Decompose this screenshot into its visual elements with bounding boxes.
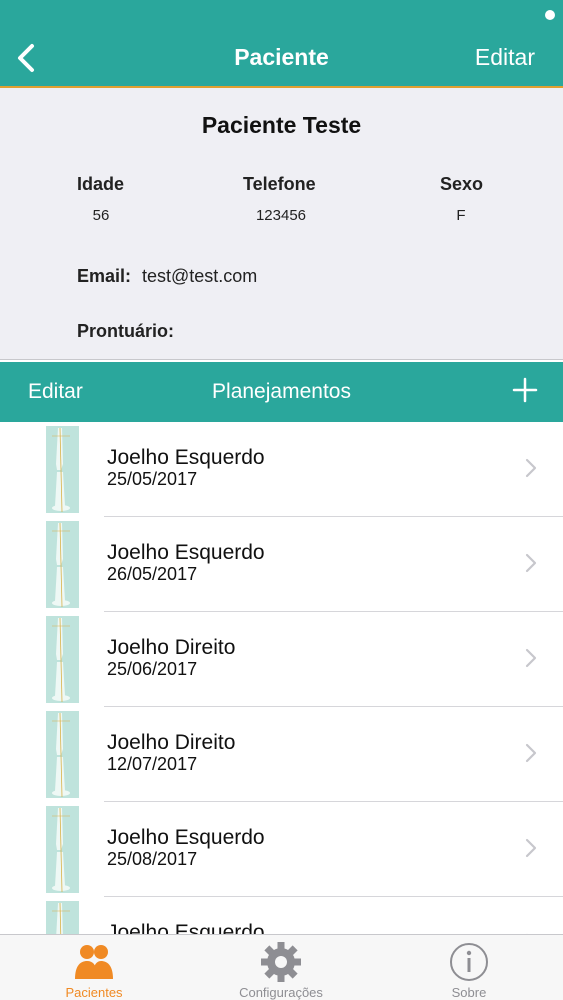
- xray-thumbnail: [46, 806, 79, 893]
- plan-date: 25/05/2017: [107, 469, 198, 489]
- plan-date: 25/08/2017: [107, 849, 198, 869]
- age-value: 56: [92, 207, 110, 224]
- tab-sobre[interactable]: Sobre: [375, 935, 563, 1000]
- plans-list[interactable]: Joelho Esquerdo 25/05/2017 Joelho Esquerdo…: [0, 422, 563, 934]
- plans-header: Editar Planejamentos: [0, 362, 563, 422]
- plan-title: Joelho Esquerdo: [107, 826, 265, 849]
- chevron-right-icon: [525, 648, 537, 668]
- plan-title: Joelho Esquerdo: [107, 541, 265, 564]
- add-plan-button[interactable]: [511, 376, 539, 404]
- patient-info-panel: Paciente Teste Idade 56 Telefone 123456 …: [0, 88, 563, 360]
- plan-date: 12/07/2017: [107, 754, 198, 774]
- bone-image-icon: [46, 426, 79, 513]
- xray-thumbnail: [46, 901, 79, 934]
- xray-thumbnail: [46, 711, 79, 798]
- bone-image-icon: [46, 616, 79, 703]
- phone-label: Telefone: [243, 174, 316, 194]
- plan-row[interactable]: Joelho Esquerdo 26/05/2017: [0, 517, 563, 612]
- plan-title: Joelho Direito: [107, 636, 236, 659]
- email-label: Email:: [77, 266, 132, 286]
- bone-image-icon: [46, 806, 79, 893]
- status-indicator: [545, 10, 555, 20]
- plan-row[interactable]: Joelho Esquerdo: [0, 897, 563, 934]
- xray-thumbnail: [46, 426, 79, 513]
- plan-date: 25/06/2017: [107, 659, 198, 679]
- tab-pacientes[interactable]: Pacientes: [0, 935, 188, 1000]
- age-label: Idade: [77, 174, 125, 194]
- plan-title: Joelho Esquerdo: [107, 921, 265, 934]
- sex-label: Sexo: [440, 174, 484, 194]
- xray-thumbnail: [46, 521, 79, 608]
- record-label: Prontuário:: [77, 321, 174, 341]
- tab-label: Configurações: [239, 985, 323, 1000]
- bone-image-icon: [46, 521, 79, 608]
- xray-thumbnail: [46, 616, 79, 703]
- chevron-right-icon: [525, 553, 537, 573]
- bone-image-icon: [46, 901, 79, 934]
- tab-configuracoes[interactable]: Configurações: [187, 935, 375, 1000]
- chevron-right-icon: [525, 458, 537, 478]
- bone-image-icon: [46, 711, 79, 798]
- plan-row[interactable]: Joelho Esquerdo 25/05/2017: [0, 422, 563, 517]
- plan-date: 26/05/2017: [107, 564, 198, 584]
- navigation-bar: Paciente Editar: [0, 28, 563, 88]
- status-bar: [0, 0, 563, 28]
- tab-bar: Pacientes Configurações Sobre: [0, 934, 563, 1000]
- info-icon: [450, 943, 488, 981]
- patient-name: Paciente Teste: [201, 112, 362, 138]
- gear-icon: [261, 942, 301, 982]
- sex-value: F: [456, 207, 466, 224]
- plan-title: Joelho Direito: [107, 731, 236, 754]
- chevron-right-icon: [525, 838, 537, 858]
- email-value: test@test.com: [142, 266, 258, 286]
- plans-title: Planejamentos: [212, 380, 351, 403]
- phone-value: 123456: [255, 207, 307, 224]
- tab-label: Sobre: [451, 985, 487, 1000]
- edit-patient-button[interactable]: Editar: [475, 44, 535, 71]
- plan-title: Joelho Esquerdo: [107, 446, 265, 469]
- plan-row[interactable]: Joelho Direito 12/07/2017: [0, 707, 563, 802]
- plan-row[interactable]: Joelho Esquerdo 25/08/2017: [0, 802, 563, 897]
- chevron-right-icon: [525, 743, 537, 763]
- plus-icon: [512, 377, 538, 403]
- people-icon: [75, 945, 113, 979]
- plan-row[interactable]: Joelho Direito 25/06/2017: [0, 612, 563, 707]
- tab-label: Pacientes: [65, 985, 123, 1000]
